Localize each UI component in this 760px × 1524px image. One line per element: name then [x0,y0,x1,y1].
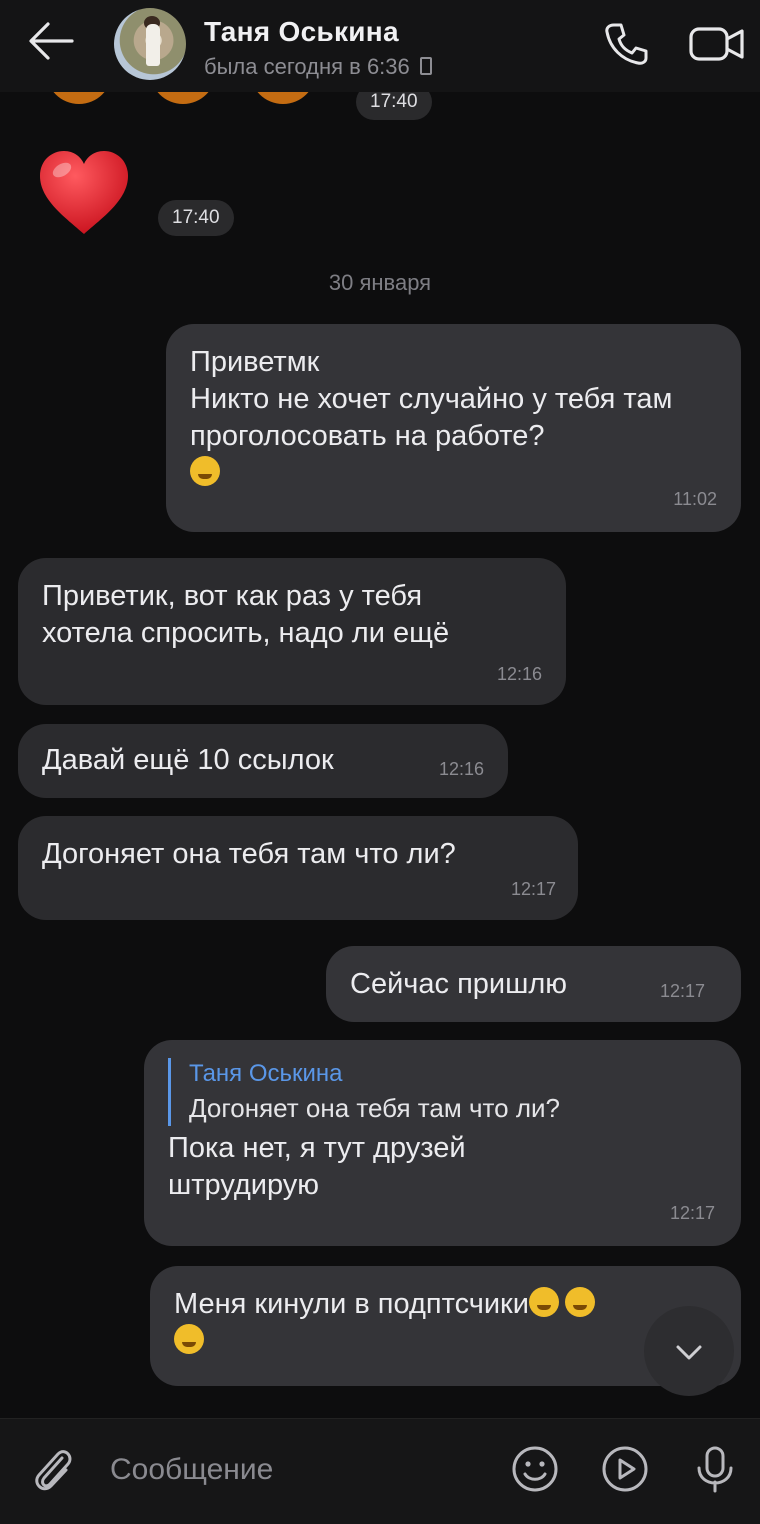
scroll-down-button[interactable] [644,1306,734,1396]
date-separator: 30 января [328,270,432,295]
rofl-emoji [528,1287,559,1317]
phone-icon[interactable] [602,20,650,68]
reply-quote[interactable]: Таня Оськина Догоняет она тебя там что л… [168,1058,717,1126]
message-time: 12:16 [496,664,542,684]
chevron-down-icon [676,1345,702,1360]
microphone-icon[interactable] [690,1444,740,1494]
message-bubble-incoming[interactable]: Догоняет она тебя там что ли? 12:17 [18,816,578,920]
message-time: 12:17 [510,879,556,899]
message-time: 12:16 [438,759,484,779]
reply-text: Догоняет она тебя там что ли? [189,1093,560,1123]
message-input[interactable] [108,1447,472,1493]
message-bubble-outgoing[interactable]: Таня Оськина Догоняет она тебя там что л… [144,1040,741,1246]
message-time: 12:17 [659,981,705,1001]
play-circle-icon[interactable] [600,1444,650,1494]
smiley-icon[interactable] [510,1444,560,1494]
message-text: Пока нет, я тут друзей штрудирую [168,1132,466,1201]
message-composer [0,1418,760,1524]
message-text: Давай ещё 10 ссылок [42,744,334,776]
message-text: Меня кинули в подптсчики [174,1288,529,1320]
rofl-emoji [174,1324,204,1354]
message-time: 11:02 [673,489,717,509]
message-time: 17:40 [158,200,234,236]
message-bubble-incoming[interactable]: Давай ещё 10 ссылок 12:16 [18,724,508,798]
message-bubble-outgoing[interactable]: Сейчас пришлю 12:17 [326,946,741,1022]
rofl-emoji [564,1287,595,1317]
paperclip-icon[interactable] [30,1444,76,1496]
contact-name[interactable]: Таня Оськина [204,16,399,48]
message-bubble-outgoing[interactable]: Приветмк Никто не хочет случайно у тебя … [166,324,741,532]
arrow-left-icon[interactable] [26,18,76,64]
avatar[interactable] [114,8,186,80]
reply-author: Таня Оськина [189,1060,343,1087]
mobile-device-icon [419,57,432,75]
message-text: Приветмк Никто не хочет случайно у тебя … [190,346,673,452]
pleading-face-emoji [190,456,220,486]
message-bubble-incoming[interactable]: Приветик, вот как раз у тебя хотела спро… [18,558,566,705]
message-text: Приветик, вот как раз у тебя хотела спро… [42,580,450,649]
last-seen-status: была сегодня в 6:36 [204,54,432,80]
heart-emoji[interactable] [36,148,132,238]
message-text: Догоняет она тебя там что ли? [42,838,456,870]
chat-header: Таня Оськина была сегодня в 6:36 [0,0,760,92]
message-time: 12:17 [669,1203,715,1223]
video-camera-icon[interactable] [688,24,746,64]
